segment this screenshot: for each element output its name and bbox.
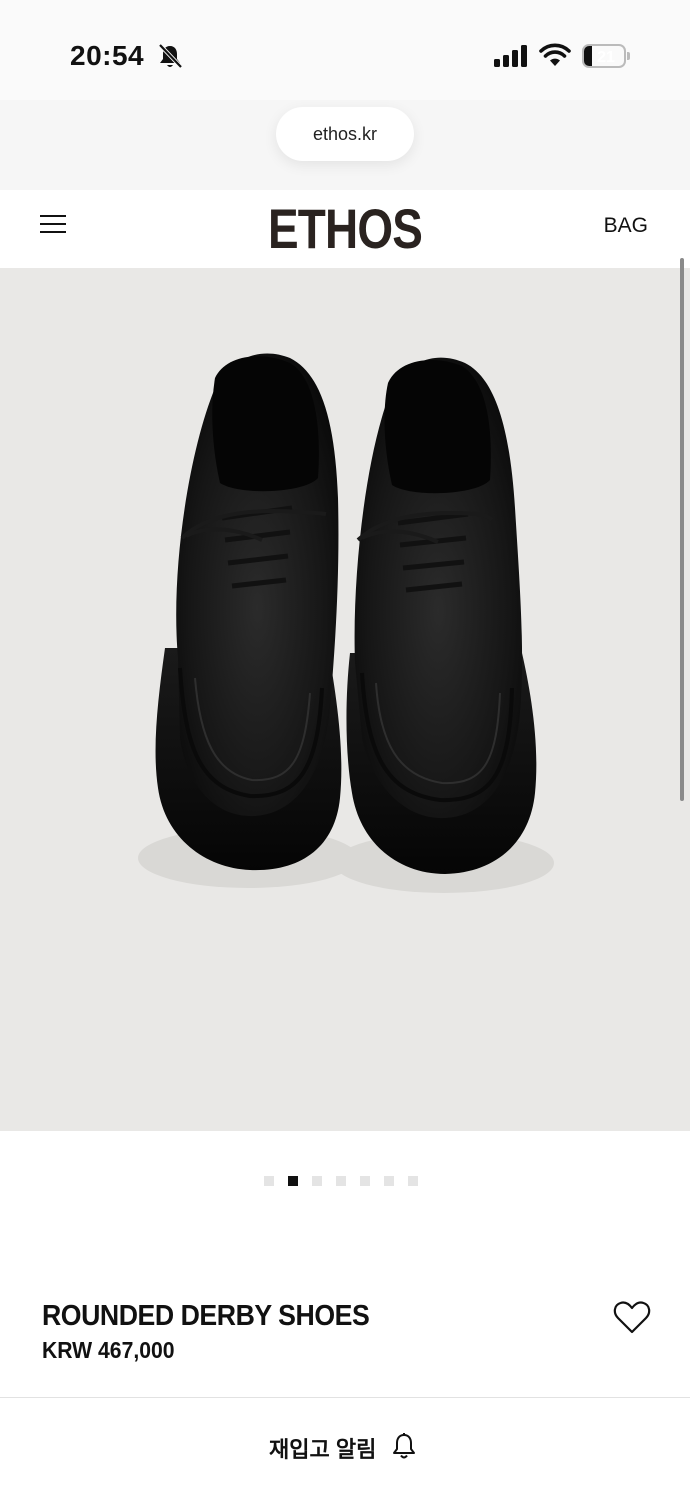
pager-dot[interactable] [312,1176,322,1186]
right-shoe [346,357,537,874]
pager-dot[interactable] [408,1176,418,1186]
wifi-icon [539,43,571,66]
restock-alert-label: 재입고 알림 [269,1437,377,1462]
mute-bell-icon [158,43,183,69]
gallery-pager [264,1176,418,1186]
pager-dot[interactable] [264,1176,274,1186]
pager-dot[interactable] [360,1176,370,1186]
scrollbar[interactable] [680,258,684,801]
browser-bar: ethos.kr [0,100,690,190]
cellular-signal-icon [494,45,527,67]
left-shoe [155,353,342,871]
pager-dot[interactable] [288,1176,298,1186]
bell-icon [393,1433,415,1459]
pager-dot[interactable] [384,1176,394,1186]
product-name: ROUNDED DERBY SHOES [42,1300,370,1332]
heart-outline-icon[interactable] [612,1298,652,1336]
status-time: 20:54 [70,40,145,71]
status-bar: 20:54 21 [0,0,690,100]
url-pill[interactable]: ethos.kr [276,107,414,161]
product-price: KRW 467,000 [42,1337,175,1363]
bag-link[interactable]: BAG [604,214,648,238]
site-header: ETHOS BAG [0,190,690,268]
derby-shoes-image [138,353,554,893]
site-logo[interactable]: ETHOS [62,196,628,261]
restock-alert-button[interactable]: 재입고 알림 [0,1398,690,1500]
battery-icon: 21 [582,44,630,68]
pager-dot[interactable] [336,1176,346,1186]
product-image[interactable] [0,268,690,1131]
battery-level: 21 [597,49,615,66]
